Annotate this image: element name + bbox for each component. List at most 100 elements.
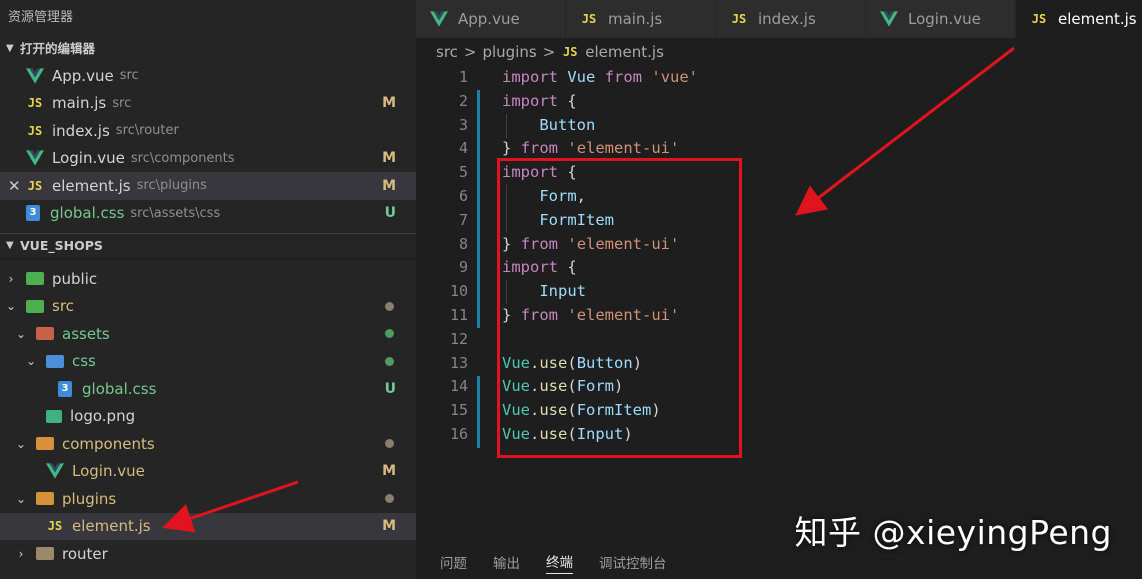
tree-label: css bbox=[72, 352, 96, 371]
tab-index-js[interactable]: JS index.js bbox=[716, 0, 866, 38]
chevron-down-icon: ⌄ bbox=[5, 299, 17, 314]
highlight-box bbox=[497, 158, 742, 458]
file-path: src\assets\css bbox=[130, 205, 221, 221]
line-number: 11 bbox=[449, 305, 468, 324]
vue-icon bbox=[26, 150, 44, 166]
line-number: 2 bbox=[458, 91, 468, 110]
tab-main-js[interactable]: JS main.js bbox=[566, 0, 716, 38]
breadcrumb-separator: > bbox=[542, 43, 556, 61]
tab-label: Login.vue bbox=[908, 10, 981, 28]
open-editors-header[interactable]: ▼ 打开的编辑器 bbox=[0, 36, 416, 62]
line-number: 8 bbox=[458, 234, 468, 253]
code-line[interactable]: 3 Button bbox=[416, 114, 1142, 138]
file-name: global.css bbox=[50, 204, 125, 223]
tree-file-logo-png[interactable]: logo.png bbox=[0, 403, 416, 431]
line-number: 6 bbox=[458, 186, 468, 205]
tree-label: src bbox=[52, 297, 74, 316]
breadcrumb-plugins[interactable]: plugins bbox=[482, 43, 536, 61]
tab-app-vue[interactable]: App.vue bbox=[416, 0, 566, 38]
code-text: Button bbox=[539, 115, 596, 134]
line-number: 5 bbox=[458, 163, 468, 182]
folder-icon bbox=[26, 272, 44, 286]
line-number: 4 bbox=[458, 139, 468, 158]
tree-file-global-css[interactable]: 3 global.css U bbox=[0, 375, 416, 403]
tree-file-login-vue[interactable]: Login.vue M bbox=[0, 458, 416, 486]
breadcrumb-file[interactable]: element.js bbox=[585, 43, 664, 61]
git-status-badge: M bbox=[382, 95, 396, 112]
tree-folder-components[interactable]: ⌄ components bbox=[0, 430, 416, 458]
folder-icon bbox=[46, 354, 64, 368]
tree-label: Login.vue bbox=[72, 462, 145, 481]
close-icon[interactable]: ✕ bbox=[8, 177, 22, 195]
panel-tab-debug-console[interactable]: 调试控制台 bbox=[599, 552, 667, 572]
open-editor-login-vue[interactable]: Login.vue src\components M bbox=[0, 145, 416, 173]
chevron-down-icon: ⌄ bbox=[15, 491, 27, 506]
open-editor-main-js[interactable]: JS main.js src M bbox=[0, 90, 416, 118]
file-path: src bbox=[112, 95, 132, 111]
tree-label: components bbox=[62, 434, 155, 453]
file-path: src\components bbox=[130, 150, 235, 166]
modified-dot bbox=[385, 301, 394, 311]
line-number: 12 bbox=[449, 329, 468, 348]
vue-icon bbox=[26, 68, 44, 84]
vue-icon bbox=[430, 11, 448, 27]
tree-label: assets bbox=[62, 324, 110, 343]
tree-file-element-js[interactable]: JS element.js M bbox=[0, 512, 416, 540]
git-status-badge: M bbox=[382, 177, 396, 194]
chevron-right-icon: › bbox=[18, 546, 24, 561]
open-editor-app-vue[interactable]: App.vue src bbox=[0, 62, 416, 90]
code-line[interactable]: 2 import { bbox=[416, 90, 1142, 114]
tab-bar: App.vue JS main.js JS index.js Login.vue… bbox=[416, 0, 1142, 38]
tree-label: element.js bbox=[72, 517, 151, 536]
editor-area: App.vue JS main.js JS index.js Login.vue… bbox=[416, 0, 1142, 579]
tree-folder-router[interactable]: › router bbox=[0, 540, 416, 568]
tree-folder-public[interactable]: › public bbox=[0, 265, 416, 293]
line-number: 1 bbox=[458, 68, 468, 86]
open-editor-global-css[interactable]: 3 global.css src\assets\css U bbox=[0, 200, 416, 228]
panel-tab-terminal[interactable]: 终端 bbox=[546, 551, 573, 574]
folder-icon bbox=[26, 299, 44, 313]
tree-label: logo.png bbox=[70, 407, 136, 426]
js-icon: JS bbox=[27, 123, 43, 138]
panel-tab-problems[interactable]: 问题 bbox=[440, 552, 467, 572]
js-icon: JS bbox=[27, 178, 43, 193]
modified-dot bbox=[385, 439, 394, 449]
tree-folder-assets[interactable]: ⌄ assets bbox=[0, 320, 416, 348]
folder-icon bbox=[36, 327, 54, 341]
panel-tab-output[interactable]: 输出 bbox=[493, 552, 520, 572]
code-text: import { bbox=[502, 91, 577, 110]
tab-element-js[interactable]: JS element.js bbox=[1016, 0, 1142, 38]
open-editor-index-js[interactable]: JS index.js src\router bbox=[0, 117, 416, 145]
git-status-badge: M bbox=[382, 150, 396, 167]
line-number: 7 bbox=[458, 210, 468, 229]
css-icon: 3 bbox=[26, 205, 40, 222]
line-number: 3 bbox=[458, 115, 468, 134]
breadcrumb-separator: > bbox=[463, 43, 477, 61]
tab-label: element.js bbox=[1058, 10, 1137, 28]
line-number: 16 bbox=[449, 424, 468, 443]
folder-icon bbox=[36, 437, 54, 451]
tab-login-vue[interactable]: Login.vue bbox=[866, 0, 1016, 38]
tab-label: App.vue bbox=[458, 10, 520, 28]
css-icon: 3 bbox=[58, 380, 72, 397]
line-number: 10 bbox=[449, 282, 468, 301]
js-icon: JS bbox=[47, 519, 63, 534]
file-name: element.js bbox=[52, 176, 131, 195]
watermark: 知乎 @xieyingPeng bbox=[794, 513, 1112, 552]
open-editor-element-js[interactable]: ✕ JS element.js src\plugins M bbox=[0, 172, 416, 200]
breadcrumb: src > plugins > JS element.js bbox=[416, 38, 1142, 66]
project-header[interactable]: ▼ VUE_SHOPS bbox=[0, 233, 416, 259]
js-icon: JS bbox=[731, 12, 747, 26]
chevron-down-icon: ▼ bbox=[6, 43, 14, 54]
code-line[interactable]: 1 import Vue from 'vue' bbox=[416, 66, 1142, 90]
line-number: 9 bbox=[458, 258, 468, 277]
tree-label: public bbox=[52, 269, 98, 288]
file-name: Login.vue bbox=[52, 149, 125, 168]
tree-folder-css[interactable]: ⌄ css bbox=[0, 348, 416, 376]
tree-folder-src[interactable]: ⌄ src bbox=[0, 293, 416, 321]
breadcrumb-src[interactable]: src bbox=[436, 43, 458, 61]
git-status-badge: M bbox=[382, 518, 396, 535]
js-icon: JS bbox=[563, 45, 578, 59]
untracked-dot bbox=[385, 329, 394, 339]
tree-folder-plugins[interactable]: ⌄ plugins bbox=[0, 485, 416, 513]
